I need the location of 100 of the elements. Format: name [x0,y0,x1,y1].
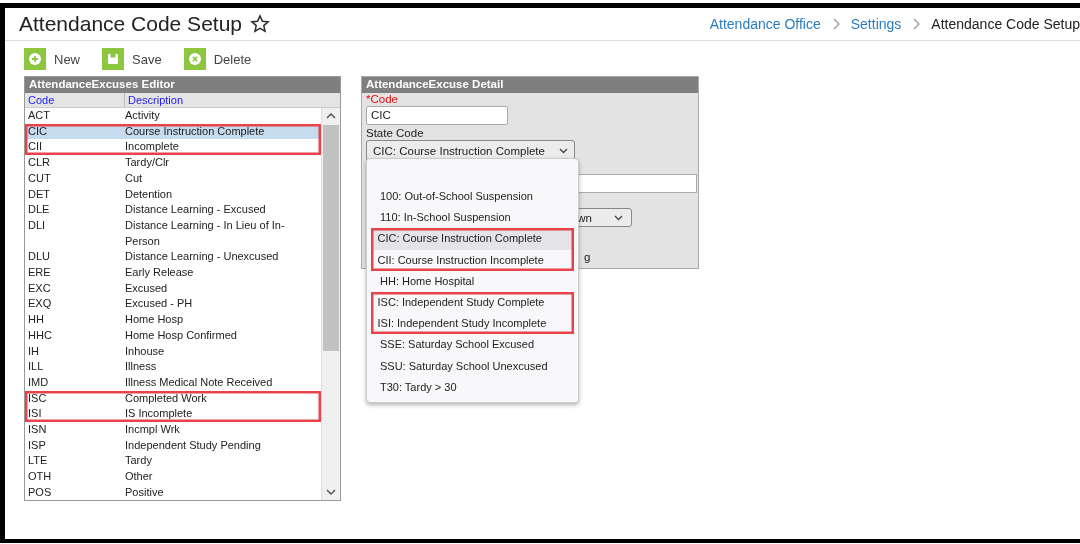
chevron-right-icon [912,18,921,30]
table-cell-text: Inhouse [125,343,166,359]
table-row[interactable]: CIC Course Instruction Complete [25,123,321,140]
table-cell-text: Cut [125,170,144,186]
table-cell-text: LTE [27,453,49,469]
table-cell-text: Completed Work [125,390,208,406]
table-cell-text: Detention [125,186,174,202]
table-cell-text: Excused - PH [125,296,194,312]
dropdown-option[interactable]: T30: Tardy > 30 [371,376,574,398]
table-cell-text: IH [27,343,40,359]
table-cell-text: Distance Learning - Excused [125,202,267,218]
delete-button[interactable]: Delete [183,48,252,70]
table-cell-text: HH [27,312,45,328]
table-row[interactable]: ISI IS Incomplete [25,406,321,423]
table-cell-text: Distance Learning - Unexcused [125,249,280,265]
table-cell-text: ILL [27,359,45,375]
table-cell-text: EXC [27,280,52,296]
table-row[interactable]: OTH Other [25,469,321,485]
table-cell-text: HHC [27,327,53,343]
table-cell-text: Early Release [125,265,195,281]
table-row[interactable]: EXQ Excused - PH [25,296,321,313]
table-row[interactable]: ERE Early Release [25,265,321,281]
table-row[interactable]: CUT Cut [25,170,321,187]
table-row[interactable]: HHC Home Hosp Confirmed [25,327,321,344]
table-cell-text: Tardy [125,453,153,469]
table-cell-text: EXQ [27,296,53,312]
field-label: State Code [366,127,424,139]
table-row[interactable]: DLI Distance Learning - In Lieu of In-Person [25,217,321,250]
breadcrumb-link[interactable]: Settings [850,16,902,32]
scrollbar-thumb[interactable] [323,125,339,351]
table-cell-text: ISP [27,437,47,453]
table-row[interactable]: HH Home Hosp [25,312,321,328]
table-row[interactable]: ISC Completed Work [25,390,321,407]
table-cell-text: DET [27,186,51,202]
column-header[interactable]: Code [25,93,125,107]
table-cell-text: Distance Learning - In Lieu of In-Person [125,217,286,249]
dropdown-option[interactable]: ISC: Independent Study Complete [371,291,574,314]
table-cell-text: ISN [27,422,48,438]
panel-title: AttendanceExcuse Detail [362,77,698,93]
table-cell-text: Independent Study Pending [125,437,262,453]
dropdown-option[interactable]: HH: Home Hospital [371,270,574,292]
chevron-down-icon [558,147,568,154]
table-row[interactable]: DLU Distance Learning - Unexcused [25,249,321,266]
table-cell-text: DLI [27,217,47,233]
table-row[interactable]: ACT Activity [25,108,321,124]
plus-icon [24,48,46,70]
table-row[interactable]: CII Incomplete [25,139,321,156]
table-row[interactable]: ILL Illness [25,359,321,375]
chevron-up-icon[interactable] [326,112,336,120]
table-cell-text: DLU [27,249,51,265]
table-cell-text: ACT [27,108,51,123]
dropdown-option[interactable]: CII: Course Instruction Incomplete [371,249,574,271]
dropdown-option[interactable]: CIC: Course Instruction Complete [371,228,574,250]
table-cell-text: CUT [27,170,52,186]
table-cell-text: Positive [125,484,165,500]
table-cell-text: Excused [125,280,169,296]
table-cell-text: Home Hosp Confirmed [125,327,238,343]
dropdown-option[interactable]: 100: Out-of-School Suspension [371,186,574,208]
table-cell-text: Course Instruction Complete [125,123,266,139]
table-cell-text: IMD [27,374,50,390]
breadcrumb-link[interactable]: Attendance Office [709,16,821,32]
table-cell-text: Illness [125,359,158,375]
table-cell-text: IS Incomplete [125,406,194,422]
table-row[interactable]: POS Positive [25,484,321,500]
table-row[interactable]: CLR Tardy/Clr [25,155,321,171]
table-cell-text: Tardy/Clr [125,155,170,171]
chevron-down-icon [614,214,623,221]
table-row[interactable]: ISN Incmpl Wrk [25,422,321,438]
panel-title: AttendanceExcuses Editor [25,77,340,93]
dropdown-option[interactable]: SSU: Saturday School Unexcused [371,355,574,377]
scrollbar[interactable] [321,108,340,500]
table-cell-text: ERE [27,265,52,281]
table-row[interactable]: LTE Tardy [25,453,321,470]
table-row[interactable]: EXC Excused [25,280,321,297]
dropdown-option[interactable]: ISI: Independent Study Incomplete [371,313,574,335]
table-row[interactable]: ISP Independent Study Pending [25,437,321,454]
chevron-down-icon[interactable] [326,488,336,496]
table-row[interactable]: IH Inhouse [25,343,321,360]
save-button[interactable]: Save [102,48,162,70]
table-cell-text: Incmpl Wrk [125,422,181,438]
table-row[interactable]: IMD Illness Medical Note Received [25,374,321,391]
chevron-right-icon [831,18,840,30]
table-cell-text: ISI [27,406,43,422]
dropdown-option[interactable]: SSE: Saturday School Excused [371,334,574,356]
dropdown-option[interactable]: 110: In-School Suspension [371,207,574,229]
breadcrumb-current: Attendance Code Setup [931,16,1080,32]
table-row[interactable]: DET Detention [25,186,321,203]
page-title: Attendance Code Setup [19,12,242,36]
table-cell-text: Activity [125,108,161,123]
table-row[interactable]: DLE Distance Learning - Excused [25,202,321,218]
table-cell-text: Illness Medical Note Received [125,374,274,390]
field-label: g [584,251,591,263]
star-icon[interactable] [250,14,270,34]
table-cell-text: OTH [27,469,53,485]
table-cell-text: ISC [27,390,48,406]
field-label: *Code [366,93,398,105]
table-cell-text: Home Hosp [125,312,185,328]
column-header[interactable]: Description [125,93,184,107]
new-button[interactable]: New [24,48,80,70]
code-field[interactable]: CIC [366,106,508,125]
